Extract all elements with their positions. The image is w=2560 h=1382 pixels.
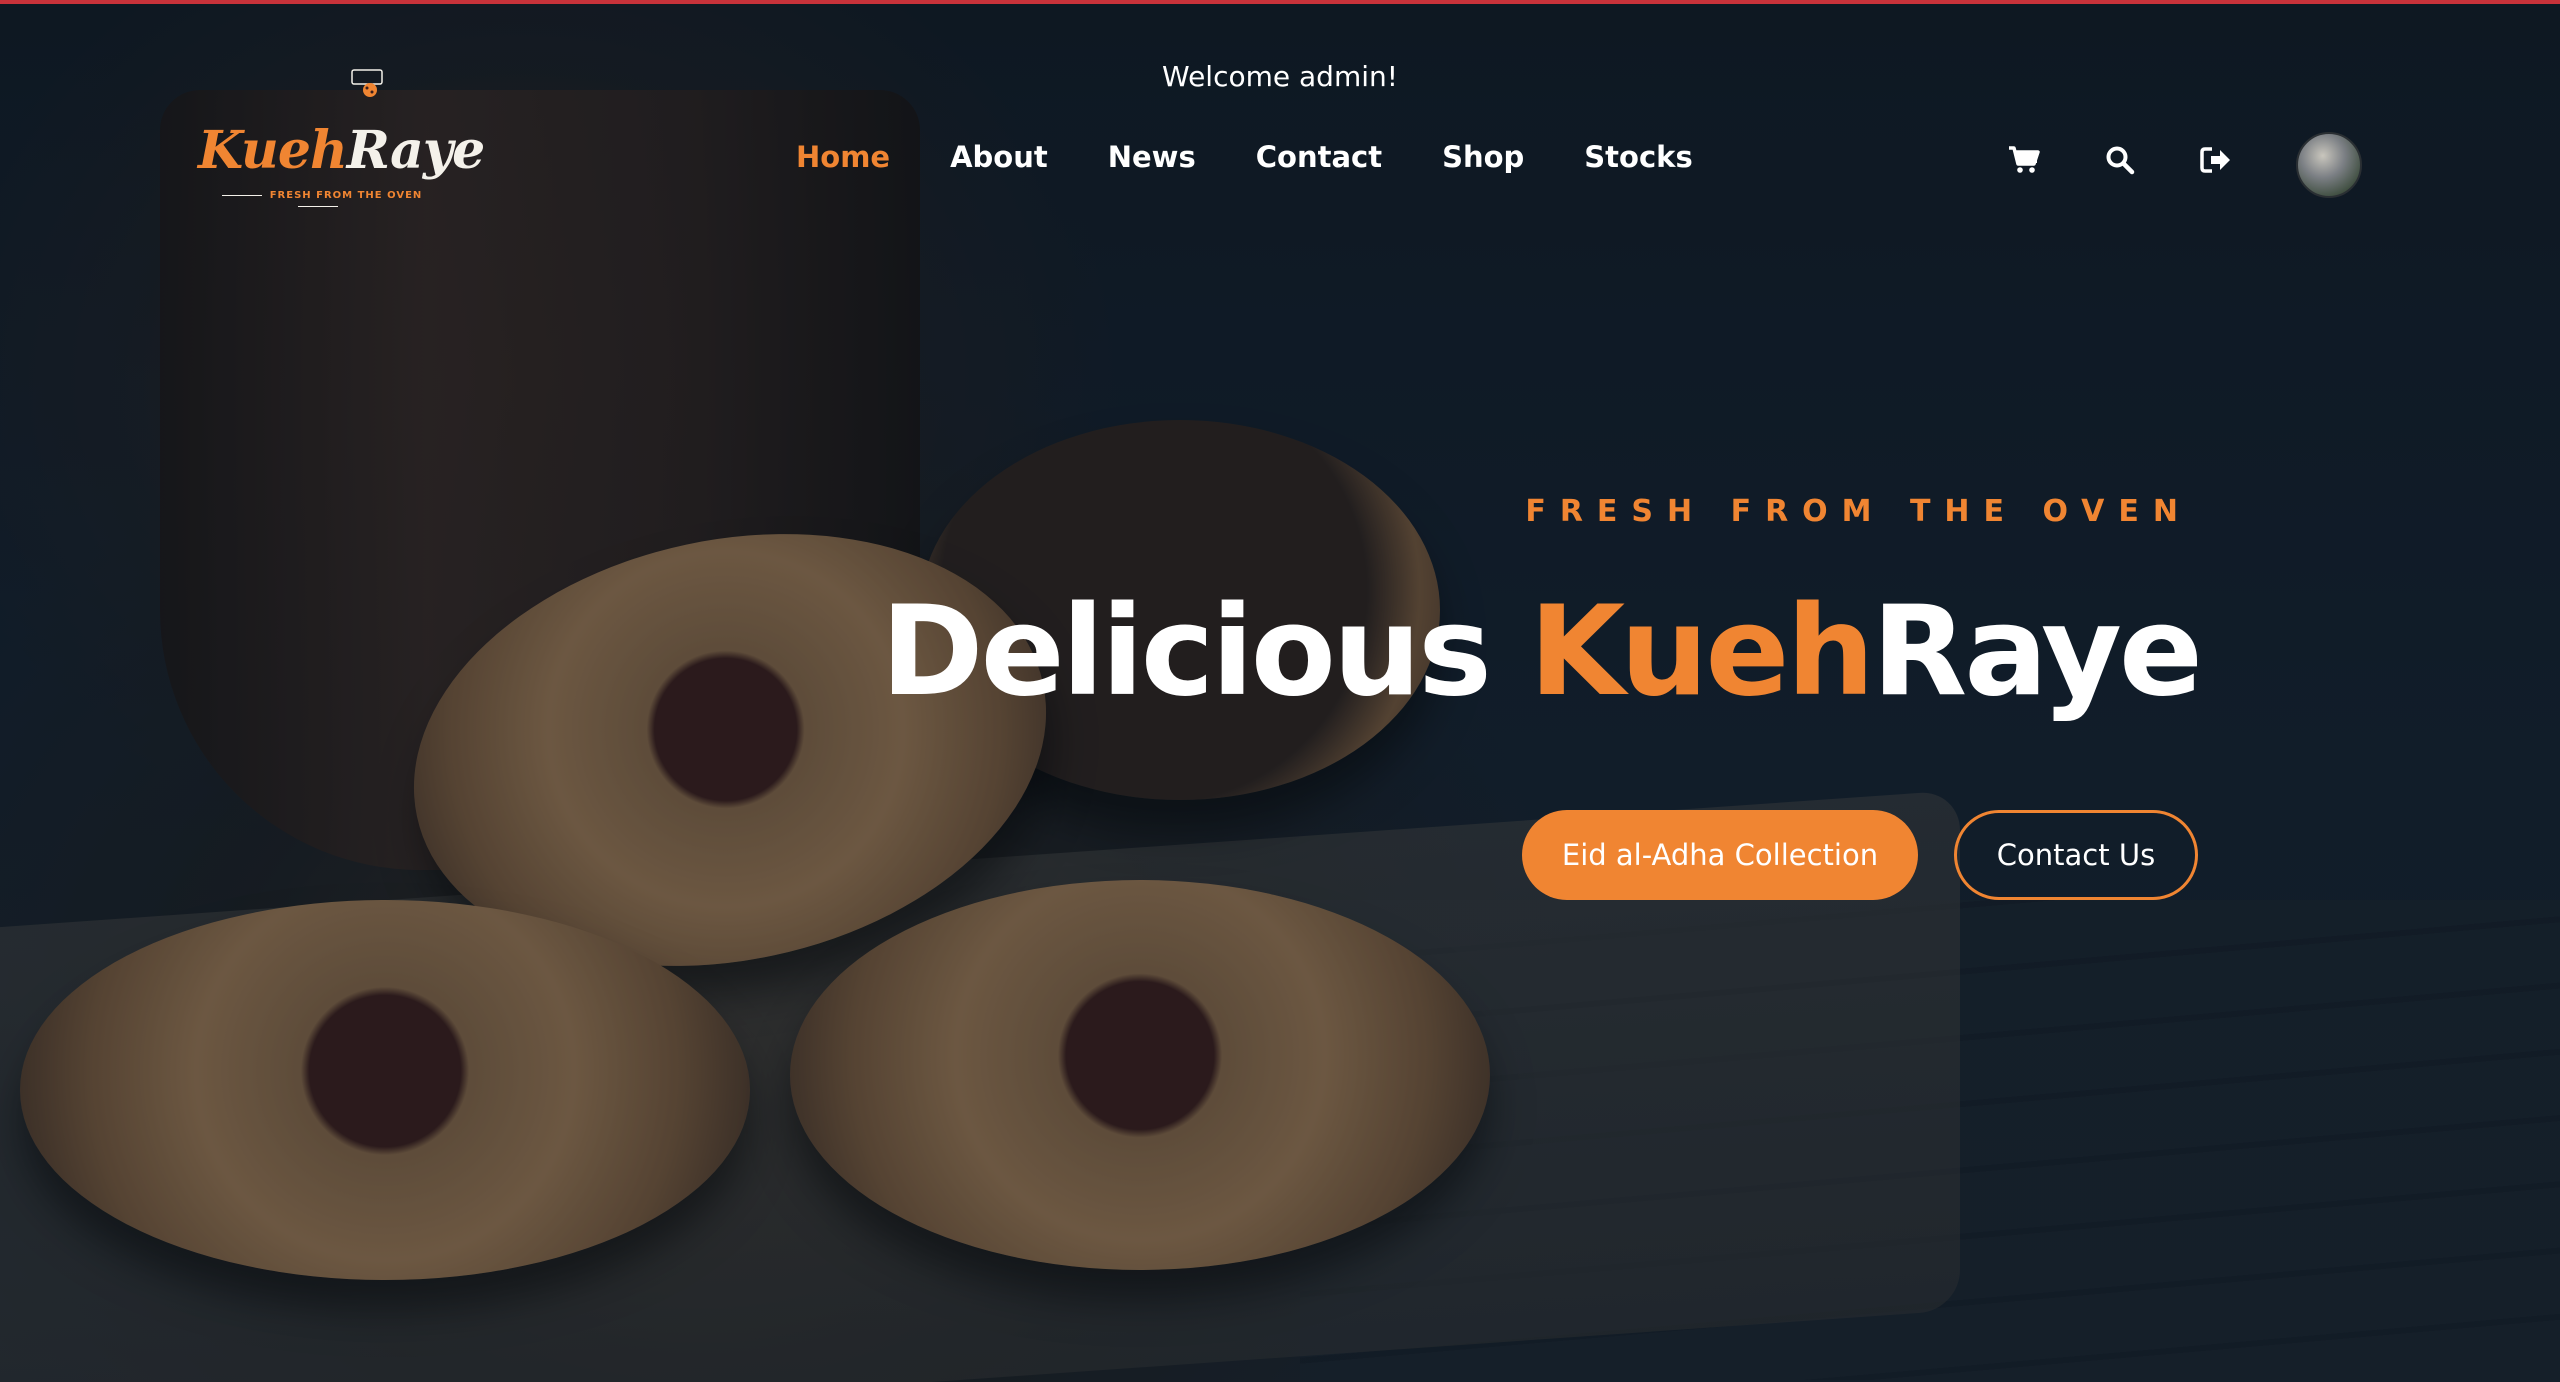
logout-icon[interactable] bbox=[2196, 140, 2236, 180]
logo-wordmark: KuehRaye bbox=[198, 120, 485, 181]
cart-icon[interactable] bbox=[2004, 140, 2044, 180]
nav-news[interactable]: News bbox=[1108, 140, 1196, 174]
user-avatar[interactable] bbox=[2296, 132, 2362, 198]
nav-stocks[interactable]: Stocks bbox=[1584, 140, 1692, 174]
logo-tagline: FRESH FROM THE OVEN bbox=[198, 190, 438, 212]
contact-us-button[interactable]: Contact Us bbox=[1954, 810, 2198, 900]
hero-headline: Delicious KuehRaye bbox=[880, 580, 2203, 724]
nav-contact[interactable]: Contact bbox=[1256, 140, 1382, 174]
main-nav: Home About News Contact Shop Stocks bbox=[796, 140, 1753, 174]
search-icon[interactable] bbox=[2100, 140, 2140, 180]
nav-shop[interactable]: Shop bbox=[1442, 140, 1524, 174]
hero-eyebrow: FRESH FROM THE OVEN bbox=[1525, 494, 2192, 529]
logo-badge-icon bbox=[351, 69, 383, 97]
top-border bbox=[0, 0, 2560, 4]
site-logo[interactable]: KuehRaye FRESH FROM THE OVEN bbox=[198, 68, 485, 208]
nav-home[interactable]: Home bbox=[796, 140, 890, 174]
nav-about[interactable]: About bbox=[950, 140, 1048, 174]
eid-collection-button[interactable]: Eid al-Adha Collection bbox=[1522, 810, 1918, 900]
